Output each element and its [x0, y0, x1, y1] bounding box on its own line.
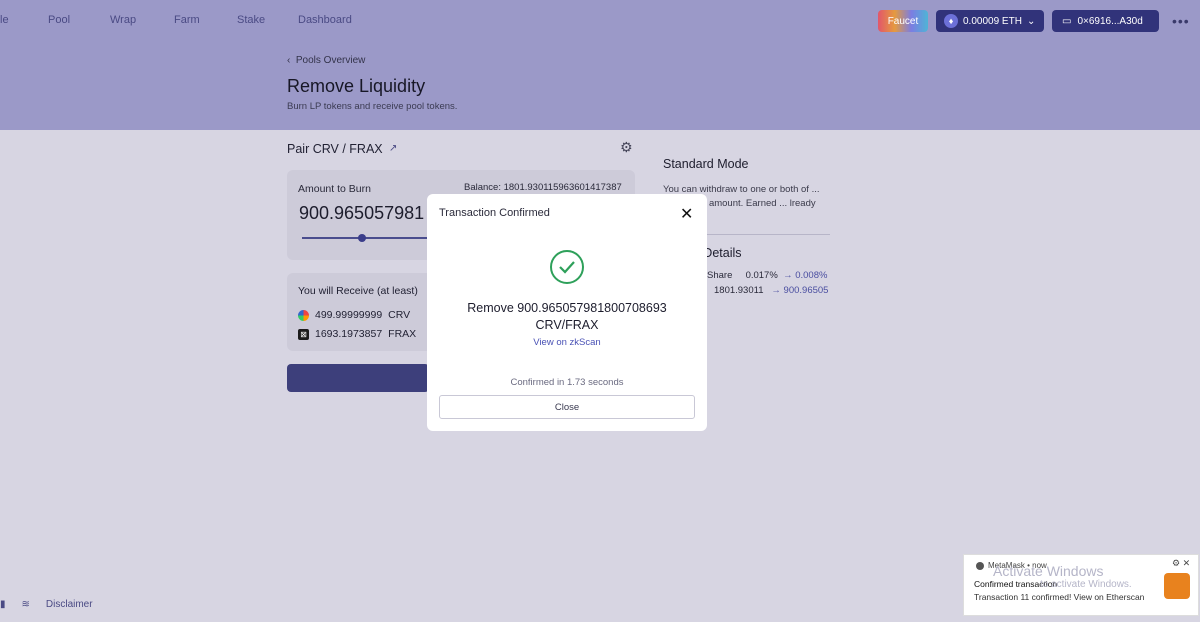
close-icon[interactable]: ✕ [680, 204, 693, 224]
eth-balance-button[interactable]: ♦ 0.00009 ETH ⌄ [936, 10, 1044, 32]
more-menu-icon[interactable]: ••• [1172, 13, 1190, 29]
transaction-modal: Transaction Confirmed ✕ Remove 900.96505… [427, 194, 707, 431]
faucet-button[interactable]: Faucet [878, 10, 928, 32]
modal-title: Transaction Confirmed [439, 207, 550, 219]
wallet-button[interactable]: ▭ 0×6916...A30d [1052, 10, 1159, 32]
eth-icon: ♦ [944, 14, 958, 28]
layers-icon[interactable]: ≋ [22, 599, 30, 610]
chevron-down-icon: ⌄ [1026, 15, 1036, 27]
pair-label: Pair CRV / FRAX [287, 142, 383, 156]
token-amount: 1693.1973857 [315, 328, 383, 340]
modal-message: Remove 900.965057981800708693 CRV/FRAX [427, 300, 707, 334]
amount-label: Amount to Burn [298, 183, 371, 195]
nav-item-stake[interactable]: Stake [237, 14, 265, 26]
share-row: Share 0.017% → 0.008% [707, 270, 827, 281]
chevron-left-icon: ‹ [287, 55, 296, 66]
slider-thumb[interactable] [358, 234, 366, 242]
breadcrumb[interactable]: ‹ Pools Overview [287, 55, 365, 66]
frax-token-icon: ⊠ [298, 328, 309, 340]
nav-item-farm[interactable]: Farm [174, 14, 200, 26]
view-on-zkscan-link[interactable]: View on zkScan [427, 337, 707, 348]
footer: ▮ ≋ Disclaimer [0, 599, 93, 610]
modal-message-line1: Remove 900.965057981800708693 [467, 301, 667, 315]
confirmed-time: Confirmed in 1.73 seconds [510, 377, 624, 388]
lp-from: 1801.93011 [714, 285, 764, 296]
wallet-icon: ▭ [1062, 15, 1072, 27]
modal-close-button[interactable]: Close [439, 395, 695, 419]
share-to: → 0.008% [783, 270, 828, 281]
token-symbol: FRAX [388, 328, 417, 340]
wallet-address: 0×6916...A30d [1077, 15, 1143, 27]
breadcrumb-label: Pools Overview [295, 55, 366, 66]
page-title: Remove Liquidity [287, 76, 426, 96]
chrome-icon [976, 561, 984, 570]
token-symbol: CRV [388, 309, 411, 321]
share-from: 0.017% [745, 270, 778, 281]
lp-to: → 900.96505 [771, 285, 829, 296]
eth-balance: 0.00009 ETH [963, 15, 1022, 27]
book-icon[interactable]: ▮ [0, 599, 6, 610]
share-label: Share [707, 270, 733, 281]
metamask-fox-icon [1164, 573, 1190, 599]
check-circle-icon [550, 250, 584, 284]
nav-item-wrap[interactable]: Wrap [110, 14, 136, 26]
watermark-subtitle: to activate Windows. [1040, 579, 1132, 590]
modal-message-line2: CRV/FRAX [535, 318, 599, 332]
crv-token-icon [298, 309, 309, 321]
nav-item-dashboard[interactable]: Dashboard [298, 14, 352, 26]
nav-item-pool[interactable]: Pool [48, 14, 70, 26]
settings-icon[interactable]: ⚙ [1172, 558, 1180, 568]
lp-row: 1801.93011 → 900.96505 [714, 285, 828, 296]
notification-controls: ⚙ ✕ [1172, 558, 1190, 569]
mode-heading: Standard Mode [663, 157, 749, 171]
notification-body: Transaction 11 confirmed! View on Ethers… [974, 592, 1145, 602]
receive-token-row: ⊠ 1693.1973857 FRAX [298, 328, 416, 340]
disclaimer-link[interactable]: Disclaimer [46, 599, 93, 610]
remove-liquidity-button[interactable] [287, 364, 429, 392]
close-icon[interactable]: ✕ [1183, 558, 1191, 568]
balance-text: Balance: 1801.930115963601417387 [464, 182, 622, 193]
nav-item-trade[interactable]: le [0, 14, 9, 26]
amount-input[interactable]: 900.965057981 [299, 203, 424, 224]
page-subtitle: Burn LP tokens and receive pool tokens. [287, 101, 458, 112]
token-amount: 499.99999999 [315, 309, 383, 321]
receive-label: You will Receive (at least) [298, 285, 418, 297]
gear-icon[interactable]: ⚙ [620, 139, 633, 156]
external-link-icon[interactable]: ↗ [389, 143, 397, 154]
amount-slider[interactable] [302, 237, 430, 239]
watermark-title: Activate Windows [993, 563, 1104, 579]
receive-token-row: 499.99999999 CRV [298, 309, 410, 321]
